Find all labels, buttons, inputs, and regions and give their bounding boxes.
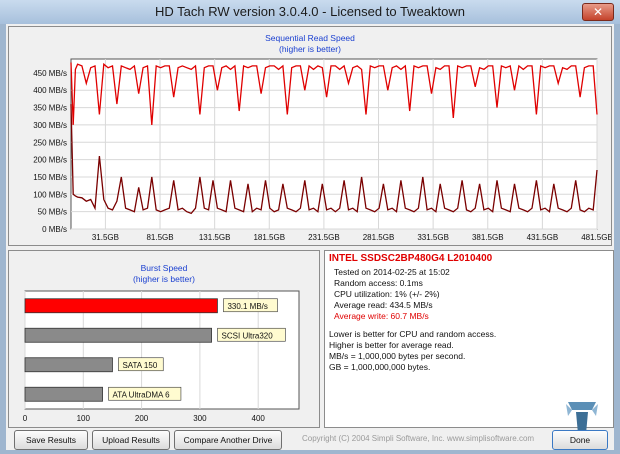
drive-name: INTEL SSDSC2BP480G4 L2010400 (329, 253, 493, 264)
burst-speed-chart: 330.1 MB/s SCSI Ultra320 SATA 150 ATA Ultra… (23, 290, 300, 423)
burst-bar (24, 386, 103, 402)
note-mbs: MB/s = 1,000,000 bytes per second. (329, 351, 466, 361)
upload-results-button[interactable]: Upload Results (92, 430, 170, 450)
copyright-text: Copyright (C) 2004 Simpli Software, Inc.… (302, 434, 535, 443)
done-button[interactable]: Done (552, 430, 608, 450)
burst-speed-panel: Burst Speed (higher is better) 330.1 MB/… (8, 250, 320, 428)
burst-bar-label: SATA 150 (122, 361, 157, 370)
x-tick-label: 481.5GB (581, 233, 611, 242)
burst-x-tick-label: 100 (77, 414, 91, 423)
random-access-text: Random access: 0.1ms (334, 278, 423, 288)
compare-another-drive-button[interactable]: Compare Another Drive (174, 430, 282, 450)
burst-bar-label: ATA UltraDMA 6 (113, 390, 171, 399)
y-tick-label: 100 MB/s (33, 190, 67, 199)
cpu-utilization-text: CPU utilization: 1% (+/- 2%) (334, 289, 440, 299)
average-read-text: Average read: 434.5 MB/s (334, 300, 433, 310)
y-tick-label: 0 MB/s (42, 225, 67, 234)
y-tick-label: 50 MB/s (38, 208, 67, 217)
burst-x-tick-label: 300 (193, 414, 207, 423)
save-results-button[interactable]: Save Results (14, 430, 88, 450)
x-tick-label: 281.5GB (363, 233, 395, 242)
burst-bar (24, 298, 218, 314)
sequential-read-panel: Sequential Read Speed (higher is better)… (8, 26, 612, 246)
burst-x-tick-label: 0 (23, 414, 28, 423)
close-window-button[interactable]: ✕ (582, 3, 614, 21)
burst-x-tick-label: 400 (252, 414, 266, 423)
x-tick-label: 181.5GB (253, 233, 285, 242)
y-tick-label: 250 MB/s (33, 138, 67, 147)
burst-x-tick-label: 200 (135, 414, 149, 423)
tested-on-text: Tested on 2014-02-25 at 15:02 (334, 267, 450, 277)
y-tick-label: 450 MB/s (33, 69, 67, 78)
note-read: Higher is better for average read. (329, 340, 454, 350)
x-tick-label: 231.5GB (308, 233, 340, 242)
app-client-area: Sequential Read Speed (higher is better)… (6, 24, 614, 450)
x-tick-label: 131.5GB (199, 233, 231, 242)
x-tick-label: 81.5GB (146, 233, 173, 242)
burst-bar (24, 357, 113, 373)
x-tick-label: 381.5GB (472, 233, 504, 242)
burst-bar-label: 330.1 MB/s (227, 302, 267, 311)
close-icon: ✕ (592, 5, 604, 19)
window-title-bar: HD Tach RW version 3.0.4.0 - Licensed to… (0, 0, 620, 24)
x-tick-label: 31.5GB (92, 233, 119, 242)
x-tick-label: 331.5GB (417, 233, 449, 242)
average-write-text: Average write: 60.7 MB/s (334, 311, 429, 321)
y-tick-label: 200 MB/s (33, 156, 67, 165)
x-tick-label: 431.5GB (527, 233, 559, 242)
burst-bar-label: SCSI Ultra320 (222, 331, 274, 340)
window-title: HD Tach RW version 3.0.4.0 - Licensed to… (155, 4, 465, 19)
burst-bar (24, 327, 212, 343)
sequential-read-chart: 0 MB/s 50 MB/s 100 MB/s 150 MB/s 200 MB/s 250… (33, 58, 611, 242)
y-tick-label: 400 MB/s (33, 86, 67, 95)
note-gb: GB = 1,000,000,000 bytes. (329, 362, 431, 372)
y-tick-label: 150 MB/s (33, 173, 67, 182)
y-tick-label: 350 MB/s (33, 104, 67, 113)
y-tick-label: 300 MB/s (33, 121, 67, 130)
note-cpu: Lower is better for CPU and random acces… (329, 329, 497, 339)
